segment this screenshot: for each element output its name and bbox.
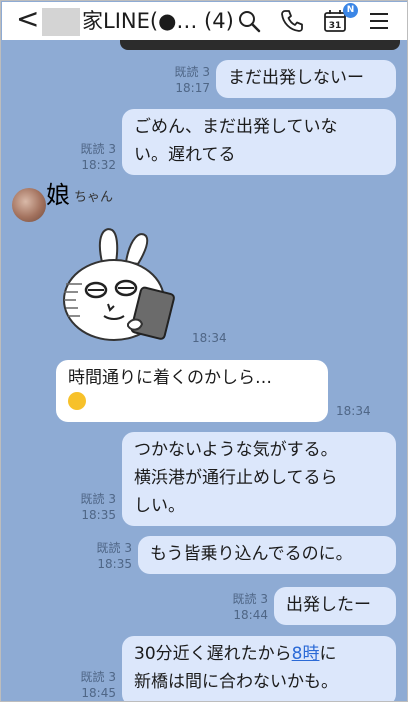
search-icon[interactable] bbox=[236, 8, 262, 34]
message-time: 18:35 bbox=[81, 508, 116, 522]
message-meta: 18:34 bbox=[336, 403, 376, 419]
message-meta: 既読 3 18:17 bbox=[168, 64, 210, 96]
message-text: 出発したー bbox=[286, 595, 371, 615]
message-bubble[interactable]: 30分近く遅れたから8時に 新橋は間に合わないかも。 bbox=[122, 636, 396, 701]
read-receipt: 既読 3 bbox=[80, 142, 116, 156]
message-text: 時間通りに着くのかしら… bbox=[68, 368, 272, 388]
message-meta: 18:34 bbox=[192, 330, 232, 346]
message-bubble[interactable]: もう皆乗り込んでるのに。 bbox=[138, 536, 396, 574]
read-receipt: 既読 3 bbox=[174, 65, 210, 79]
message-time: 18:32 bbox=[81, 158, 116, 172]
read-receipt: 既読 3 bbox=[232, 592, 268, 606]
message-bubble[interactable]: 時間通りに着くのかしら… bbox=[56, 360, 328, 422]
message-list[interactable]: 既読 3 18:17 まだ出発しないー 既読 3 18:32 ごめん、まだ出発し… bbox=[2, 40, 407, 701]
back-button[interactable]: < bbox=[16, 5, 42, 34]
message-time: 18:45 bbox=[81, 686, 116, 700]
message-meta: 既読 3 18:32 bbox=[72, 141, 116, 173]
message-meta: 既読 3 18:35 bbox=[72, 491, 116, 523]
chat-screen: < 家LINE(●… (4) 31 N 既読 3 18:17 まだ出発しないー … bbox=[0, 0, 408, 702]
message-time: 18:35 bbox=[97, 557, 132, 571]
message-text: しい。 bbox=[134, 496, 185, 516]
message-bubble[interactable]: つかないような気がする。 横浜港が通行止めしてるら しい。 bbox=[122, 432, 396, 526]
read-receipt: 既読 3 bbox=[80, 492, 116, 506]
message-text: い。遅れてる bbox=[134, 145, 236, 165]
message-bubble[interactable]: 出発したー bbox=[274, 587, 396, 625]
message-time: 18:44 bbox=[233, 608, 268, 622]
time-link[interactable]: 8時 bbox=[292, 644, 320, 664]
message-text: まだ出発しないー bbox=[228, 68, 364, 88]
calendar-day: 31 bbox=[329, 21, 342, 31]
message-time: 18:17 bbox=[175, 81, 210, 95]
menu-icon[interactable] bbox=[366, 8, 392, 34]
sender-name: 娘 bbox=[46, 181, 70, 209]
message-meta: 既読 3 18:44 bbox=[224, 591, 268, 623]
message-text: つかないような気がする。 bbox=[134, 440, 338, 460]
message-text: もう皆乗り込んでるのに。 bbox=[150, 544, 353, 564]
message-text: 横浜港が通行止めしてるら bbox=[134, 468, 338, 488]
sticker-rabbit-phone[interactable] bbox=[56, 226, 182, 350]
notification-badge: N bbox=[343, 3, 358, 18]
phone-icon[interactable] bbox=[279, 8, 305, 34]
message-time: 18:34 bbox=[336, 404, 371, 418]
message-meta: 既読 3 18:35 bbox=[90, 540, 132, 572]
read-receipt: 既読 3 bbox=[96, 541, 132, 555]
emoji-surprised-icon bbox=[68, 392, 86, 410]
sender-name-suffix: ちゃん bbox=[74, 190, 114, 205]
message-text: 新橋は間に合わないかも。 bbox=[134, 672, 338, 692]
avatar[interactable] bbox=[12, 188, 46, 222]
message-text: 30分近く遅れたから bbox=[134, 644, 292, 664]
previous-image-message[interactable] bbox=[120, 40, 400, 50]
redacted-name bbox=[42, 8, 80, 36]
read-receipt: 既読 3 bbox=[80, 670, 116, 684]
message-time: 18:34 bbox=[192, 331, 227, 345]
chat-title[interactable]: 家LINE(●… (4) bbox=[82, 7, 234, 35]
message-bubble[interactable]: まだ出発しないー bbox=[216, 60, 396, 98]
message-meta: 既読 3 18:45 bbox=[72, 669, 116, 701]
chat-header: < 家LINE(●… (4) 31 N bbox=[2, 2, 407, 40]
message-text: ごめん、まだ出発していな bbox=[134, 117, 338, 137]
message-text: に bbox=[319, 644, 337, 664]
message-bubble[interactable]: ごめん、まだ出発していな い。遅れてる bbox=[122, 109, 396, 175]
